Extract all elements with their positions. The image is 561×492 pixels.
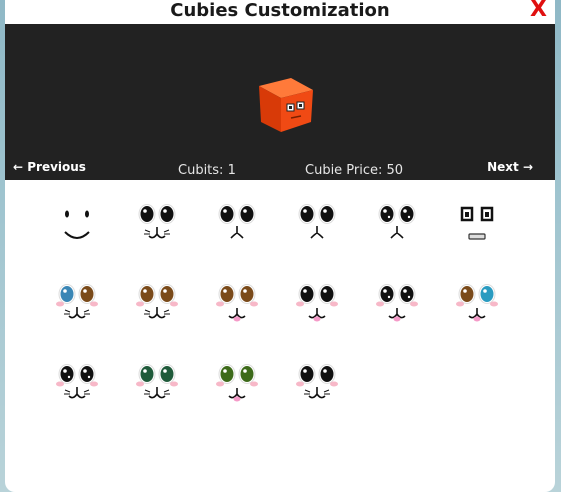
face-cat-big-eyes-2[interactable] (287, 192, 347, 252)
face-sparkle-tongue[interactable] (367, 272, 427, 332)
previous-button[interactable]: ← Previous (13, 160, 86, 174)
customization-window: Cubies Customization X ← Previous Cubits… (5, 0, 555, 492)
close-button[interactable]: X (530, 0, 547, 22)
face-smile[interactable] (47, 192, 107, 252)
face-sparkle-whisker[interactable] (47, 352, 107, 412)
face-robot[interactable] (447, 192, 507, 252)
face-blue-brown-eyes[interactable] (47, 272, 107, 332)
face-icon (376, 284, 418, 322)
face-icon (136, 364, 178, 399)
face-icon (218, 204, 256, 239)
face-icon (298, 204, 336, 239)
next-button[interactable]: Next → (487, 160, 533, 174)
face-whisker-big-eyes[interactable] (127, 192, 187, 252)
cubie-preview-panel: ← Previous Cubits: 1 Cubie Price: 50 Nex… (5, 24, 555, 180)
face-black-eyes-whisker[interactable] (287, 352, 347, 412)
face-icon (296, 284, 338, 322)
face-green-eyes[interactable] (127, 352, 187, 412)
face-icon (138, 204, 176, 239)
face-grid (5, 180, 555, 492)
face-icon (56, 364, 98, 399)
face-icon (136, 284, 178, 319)
face-icon (64, 210, 90, 239)
cube-model (259, 78, 313, 132)
window-title: Cubies Customization (170, 0, 390, 21)
title-bar: Cubies Customization X (5, 0, 555, 24)
face-brown-eyes-tongue[interactable] (207, 272, 267, 332)
face-cat-sparkle-eyes[interactable] (367, 192, 427, 252)
face-brown-eyes[interactable] (127, 272, 187, 332)
face-olive-eyes-tongue[interactable] (207, 352, 267, 412)
face-cat-big-eyes[interactable] (207, 192, 267, 252)
cubits-count: Cubits: 1 (178, 163, 236, 178)
face-icon (460, 206, 494, 240)
face-icon (216, 364, 258, 402)
face-icon (456, 284, 498, 322)
face-black-eyes-tongue[interactable] (287, 272, 347, 332)
face-icon (378, 204, 416, 239)
face-icon (296, 364, 338, 399)
face-icon (216, 284, 258, 322)
face-brown-blue-eyes[interactable] (447, 272, 507, 332)
cubie-price: Cubie Price: 50 (305, 163, 404, 178)
face-icon (56, 284, 98, 319)
preview-nav-row: ← Previous Cubits: 1 Cubie Price: 50 Nex… (5, 154, 555, 180)
cubie-preview (253, 72, 317, 136)
